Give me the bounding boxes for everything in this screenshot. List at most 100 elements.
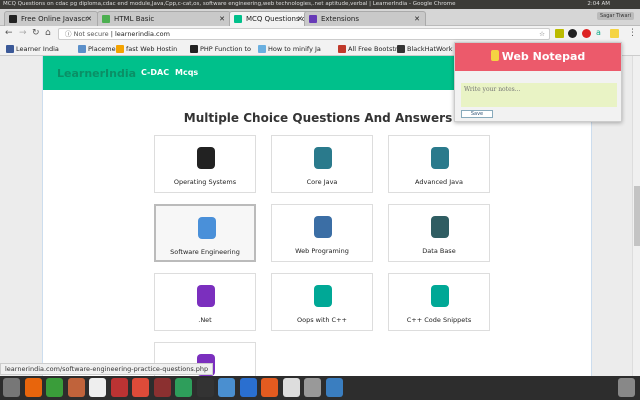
tab[interactable]: Free Online Javascr ✕: [4, 11, 98, 26]
trash-icon[interactable]: [618, 378, 635, 397]
close-tab-icon[interactable]: ✕: [86, 12, 92, 26]
taskbar-app-icon[interactable]: [218, 378, 235, 397]
url-input[interactable]: ⓘ Not secure | learnerindia.com ☆: [58, 28, 550, 40]
tab[interactable]: MCQ Questions on ✕: [229, 11, 309, 26]
scrollbar-thumb[interactable]: [634, 186, 640, 246]
bookmark-label: BlackHatWork: [407, 45, 453, 53]
tab[interactable]: Extensions ✕: [304, 11, 426, 26]
menu-icon[interactable]: ⋮: [628, 28, 637, 38]
card-label: .Net: [198, 316, 212, 324]
card-label: Web Programing: [295, 247, 349, 255]
bookmark-item[interactable]: How to minify Ja: [258, 42, 321, 56]
category-card[interactable]: Core Java: [271, 135, 373, 193]
tab-strip: Sagar Tiwari Free Online Javascr ✕ HTML Ba…: [0, 9, 640, 26]
tab-favicon-icon: [102, 15, 110, 23]
taskbar-app-icon[interactable]: [325, 378, 343, 397]
visual-studio-icon: [193, 282, 219, 310]
card-label: Data Base: [422, 247, 456, 255]
cpp-icon: [310, 282, 336, 310]
tab-label: HTML Basic: [114, 15, 155, 23]
taskbar: [0, 376, 640, 400]
category-card[interactable]: Data Base: [388, 204, 490, 262]
save-button[interactable]: Save: [461, 110, 493, 118]
site-logo[interactable]: LearnerIndia: [57, 67, 136, 80]
card-label: Oops with C++: [297, 316, 347, 324]
notes-input[interactable]: [461, 83, 617, 107]
bookmark-item[interactable]: fast Web Hostin: [116, 42, 177, 56]
home-icon[interactable]: ⌂: [45, 28, 51, 38]
bookmark-item[interactable]: BlackHatWork: [397, 42, 452, 56]
taskbar-app-icon[interactable]: [261, 378, 278, 397]
java-icon: [427, 144, 453, 172]
bookmark-item[interactable]: Learner India: [6, 42, 59, 56]
close-tab-icon[interactable]: ✕: [414, 12, 420, 26]
security-label: Not secure: [73, 30, 109, 38]
web-notepad-extension-icon[interactable]: [610, 29, 619, 38]
bookmark-star-icon[interactable]: ☆: [539, 29, 545, 40]
cpp-icon: [427, 282, 453, 310]
taskbar-app-icon[interactable]: [304, 378, 321, 397]
info-icon[interactable]: ⓘ: [65, 30, 74, 38]
bookmark-favicon-icon: [116, 45, 124, 53]
bookmark-favicon-icon: [78, 45, 86, 53]
taskbar-app-icon[interactable]: [175, 378, 192, 397]
card-label: Core Java: [306, 178, 338, 186]
taskbar-app-icon[interactable]: [239, 378, 257, 397]
close-tab-icon[interactable]: ✕: [219, 12, 225, 26]
notepad-title: Web Notepad: [501, 50, 586, 63]
url-text: learnerindia.com: [114, 30, 170, 38]
taskbar-app-icon[interactable]: [132, 378, 149, 397]
bookmark-label: How to minify Ja: [268, 45, 321, 53]
tab-label: Free Online Javascr: [21, 15, 89, 23]
taskbar-app-icon[interactable]: [89, 378, 106, 397]
notepad-logo-icon: [490, 50, 499, 61]
adblock-extension-icon[interactable]: [582, 29, 591, 38]
tab-label: Extensions: [321, 15, 360, 23]
bookmark-item[interactable]: PHP Function to: [190, 42, 251, 56]
category-card[interactable]: C++ Code Snippets: [388, 273, 490, 331]
nav-cdac[interactable]: C-DAC: [141, 68, 169, 77]
taskbar-app-icon[interactable]: [196, 378, 214, 397]
bookmark-favicon-icon: [6, 45, 14, 53]
category-card[interactable]: Oops with C++: [271, 273, 373, 331]
taskbar-app-icon[interactable]: [110, 378, 128, 397]
eyedropper-extension-icon[interactable]: [555, 29, 564, 38]
card-label: C++ Code Snippets: [406, 316, 472, 324]
card-label: Operating Systems: [173, 178, 237, 186]
java-icon: [310, 144, 336, 172]
close-tab-icon[interactable]: ✕: [297, 12, 303, 26]
category-card[interactable]: Software Engineering: [154, 204, 256, 262]
taskbar-app-icon[interactable]: [46, 378, 63, 397]
web-notepad-popup: Web Notepad Save: [454, 42, 622, 122]
nav-mcqs[interactable]: Mcqs: [175, 68, 198, 77]
category-card[interactable]: Operating Systems: [154, 135, 256, 193]
amazon-extension-icon[interactable]: a: [596, 29, 605, 38]
status-bar: learnerindia.com/software-engineering-pr…: [0, 363, 214, 375]
bookmark-favicon-icon: [258, 45, 266, 53]
taskbar-app-icon[interactable]: [67, 378, 85, 397]
taskbar-app-icon[interactable]: [153, 378, 171, 397]
tab[interactable]: HTML Basic ✕: [97, 11, 231, 26]
software-engineering-icon: [194, 214, 220, 242]
back-icon[interactable]: ←: [5, 28, 13, 38]
bookmark-favicon-icon: [338, 45, 346, 53]
category-card[interactable]: Web Programing: [271, 204, 373, 262]
taskbar-app-icon[interactable]: [3, 378, 20, 397]
forward-icon[interactable]: →: [19, 28, 27, 38]
bookmark-label: fast Web Hostin: [126, 45, 178, 53]
database-icon: [427, 213, 453, 241]
window-title: MCQ Questions on cdac pg diploma,cdac en…: [3, 1, 456, 7]
tab-favicon-icon: [234, 15, 242, 23]
bookmark-label: All Free Bootstra: [348, 45, 402, 53]
taskbar-app-icon[interactable]: [24, 378, 42, 397]
taskbar-app-icon[interactable]: [282, 378, 300, 397]
extension-icon[interactable]: [568, 29, 577, 38]
scrollbar[interactable]: [632, 56, 640, 376]
bookmark-item[interactable]: All Free Bootstra: [338, 42, 402, 56]
category-card[interactable]: Advanced Java: [388, 135, 490, 193]
category-card[interactable]: .Net: [154, 273, 256, 331]
reload-icon[interactable]: ↻: [32, 28, 40, 38]
profile-button[interactable]: Sagar Tiwari: [596, 12, 634, 20]
address-bar-row: ← → ↻ ⌂ ⓘ Not secure | learnerindia.com ☆…: [0, 26, 640, 42]
window-title-bar: MCQ Questions on cdac pg diploma,cdac en…: [0, 0, 640, 9]
